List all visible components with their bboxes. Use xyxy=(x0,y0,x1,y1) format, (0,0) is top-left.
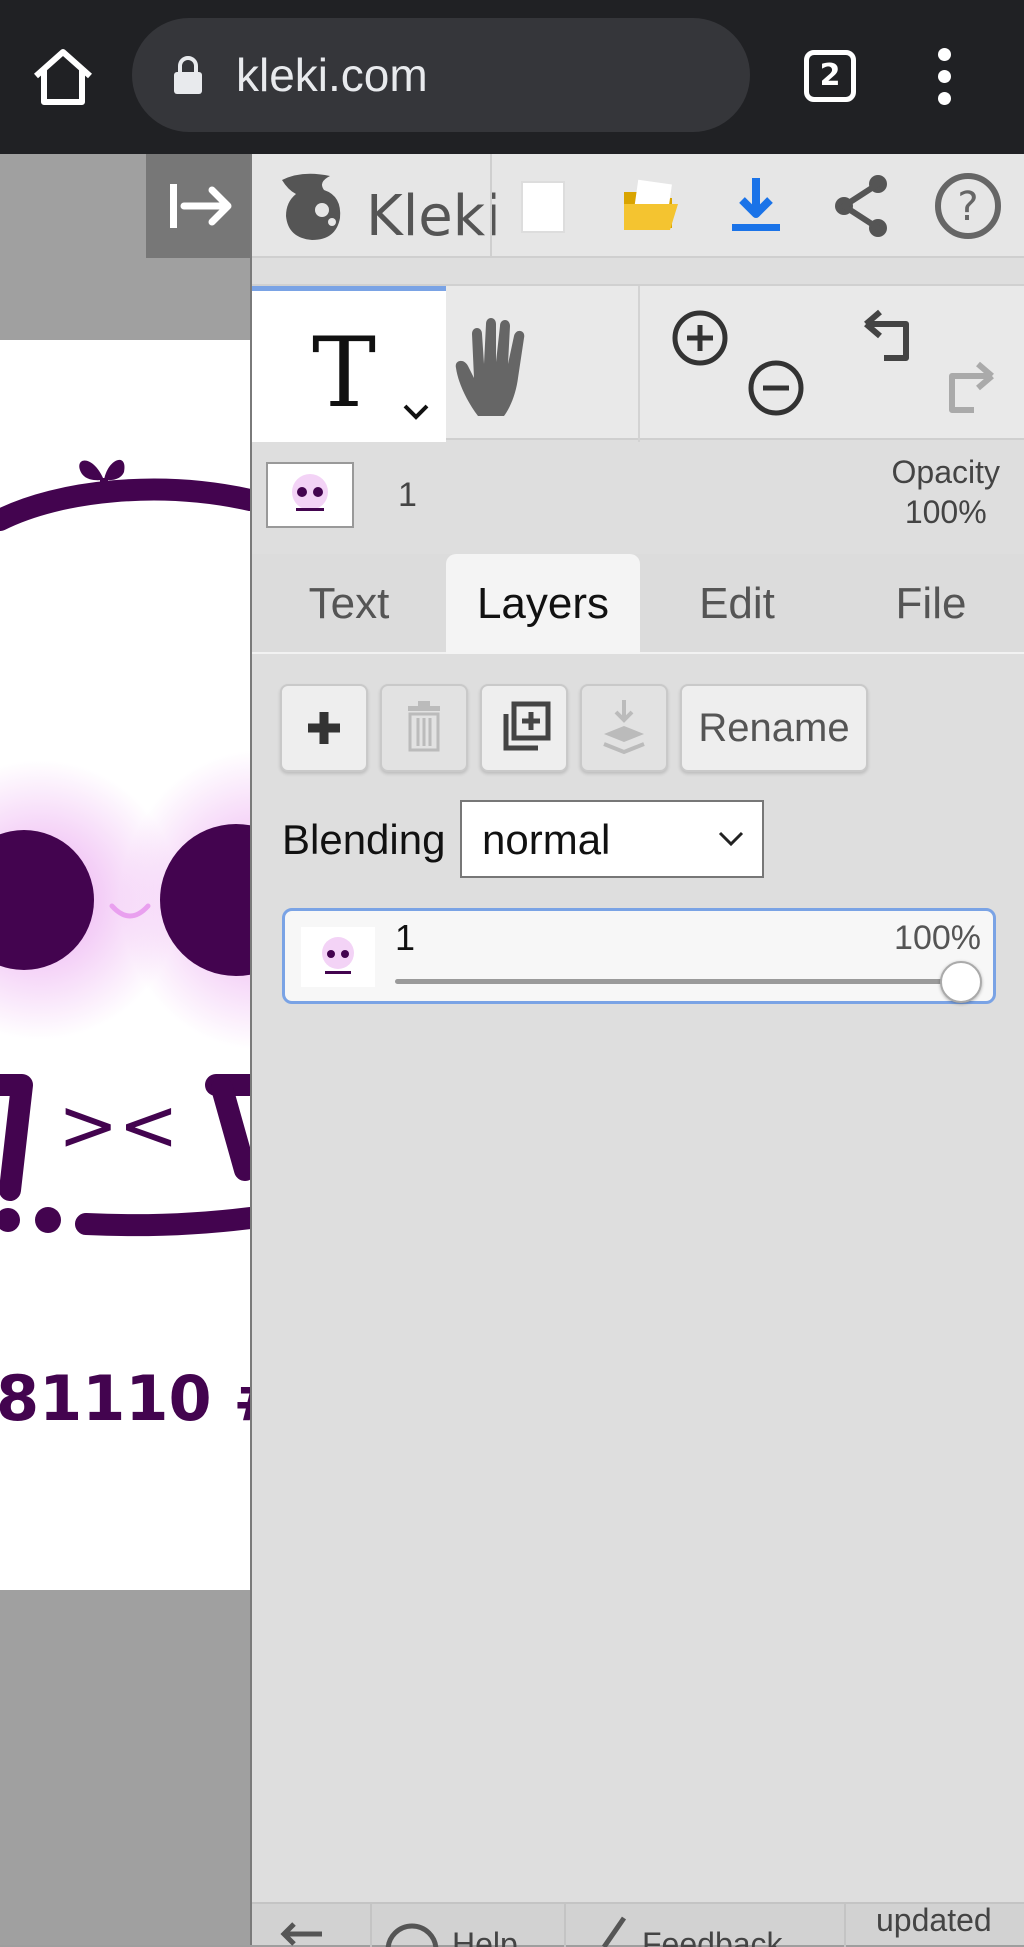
footer-feedback-button[interactable]: Feedback xyxy=(566,1904,846,1947)
footer-help-button[interactable]: Help xyxy=(372,1904,566,1947)
tab-edit[interactable]: Edit xyxy=(640,554,834,654)
footer-help-label: Help xyxy=(452,1926,518,1947)
hand-tool-icon[interactable] xyxy=(448,312,544,422)
new-image-icon[interactable] xyxy=(508,170,580,242)
blending-select[interactable]: normal xyxy=(460,800,764,878)
layer-opacity-slider-handle[interactable] xyxy=(940,961,982,1003)
url-text: kleki.com xyxy=(236,49,428,101)
kleki-logo-icon xyxy=(282,173,341,240)
thumbnail-art xyxy=(292,474,328,511)
canvas-area[interactable]: >< 81110 #h xyxy=(0,154,250,1945)
svg-text:?: ? xyxy=(957,184,978,230)
current-layer-name: 1 xyxy=(398,476,417,514)
tool-panel: Kleki ? T 1 Opacity 100% Text Layers Edi… xyxy=(250,154,1024,1947)
arrow-right-bar-icon xyxy=(170,184,232,228)
redo-icon[interactable] xyxy=(938,360,998,420)
top-toolbar: Kleki ? xyxy=(252,154,1024,258)
url-bar[interactable]: kleki.com xyxy=(132,18,750,132)
save-download-icon[interactable] xyxy=(720,170,792,242)
layer-thumbnail[interactable] xyxy=(266,462,354,528)
tab-text[interactable]: Text xyxy=(252,554,446,654)
arrow-left-icon xyxy=(280,1922,322,1946)
footer-back-button[interactable] xyxy=(252,1904,372,1947)
add-layer-button[interactable] xyxy=(280,684,368,772)
browser-toolbar: kleki.com 2 xyxy=(0,0,1024,154)
canvas-hashtag-text: 81110 #h xyxy=(0,1362,250,1435)
undo-icon[interactable] xyxy=(860,308,920,368)
pencil-icon xyxy=(601,1916,627,1947)
canvas-emote-text: >< xyxy=(58,1083,179,1167)
canvas-artwork: >< 81110 #h xyxy=(0,459,250,1435)
tab-layers[interactable]: Layers xyxy=(446,554,640,654)
footer-updated-label: updated xyxy=(876,1904,992,1938)
lock-icon xyxy=(174,56,202,94)
logo-text: Kleki xyxy=(366,184,501,249)
merge-down-icon xyxy=(603,700,645,755)
footer-feedback-label: Feedback xyxy=(642,1926,783,1947)
current-layer-info: 1 Opacity 100% xyxy=(252,442,1024,554)
tool-row-divider xyxy=(638,286,640,442)
opacity-label: Opacity xyxy=(891,454,1000,490)
panel-footer: Help Feedback updated xyxy=(252,1902,1024,1947)
duplicate-layer-button[interactable] xyxy=(480,684,568,772)
blending-label: Blending xyxy=(282,816,446,863)
text-tool-icon: T xyxy=(312,317,377,429)
kleki-logo[interactable]: Kleki xyxy=(272,166,501,249)
layer-item-name: 1 xyxy=(395,917,416,958)
panel-tabs: Text Layers Edit File xyxy=(252,554,1024,654)
footer-updated-info[interactable]: updated xyxy=(846,1904,1024,1947)
zoom-out-icon[interactable] xyxy=(746,358,806,418)
layer-item-thumbnail xyxy=(301,927,375,987)
chevron-down-icon[interactable] xyxy=(402,403,430,421)
blending-value: normal xyxy=(482,816,611,863)
layer-item-opacity: 100% xyxy=(894,919,981,957)
delete-layer-button[interactable] xyxy=(380,684,468,772)
toolbar-divider xyxy=(490,154,492,258)
layer-opacity-slider[interactable] xyxy=(395,979,955,984)
home-icon[interactable] xyxy=(30,44,96,110)
help-circle-icon xyxy=(385,1923,439,1947)
opacity-display: Opacity 100% xyxy=(892,452,1000,532)
chevron-down-icon xyxy=(718,831,744,847)
tab-file[interactable]: File xyxy=(834,554,1024,654)
rename-layer-button[interactable]: Rename xyxy=(680,684,868,772)
collapse-panel-button[interactable] xyxy=(146,154,250,258)
merge-layer-button[interactable] xyxy=(580,684,668,772)
more-options-icon[interactable] xyxy=(932,48,956,108)
tool-row: T xyxy=(252,284,1024,442)
text-tool-button[interactable]: T xyxy=(252,286,446,442)
duplicate-icon xyxy=(503,701,551,751)
help-icon[interactable]: ? xyxy=(932,170,1004,242)
opacity-value: 100% xyxy=(904,494,987,530)
share-icon[interactable] xyxy=(826,170,898,242)
zoom-in-icon[interactable] xyxy=(670,308,730,368)
tab-switcher-button[interactable]: 2 xyxy=(804,50,856,102)
drawing-canvas[interactable]: >< 81110 #h xyxy=(0,340,250,1590)
trash-icon xyxy=(408,701,440,752)
layer-thumbnail-art xyxy=(322,937,354,974)
layer-item[interactable]: 1 100% xyxy=(282,908,996,1004)
open-folder-icon[interactable] xyxy=(614,170,686,242)
plus-icon xyxy=(308,712,340,744)
